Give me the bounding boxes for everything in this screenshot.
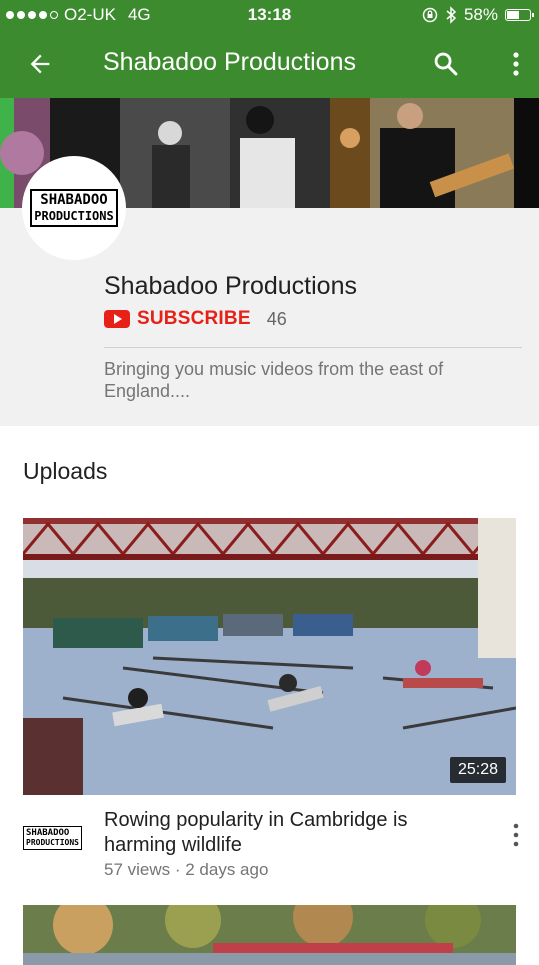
channel-logo: SHABADOO PRODUCTIONS (30, 189, 118, 227)
channel-description[interactable]: Bringing you music videos from the east … (104, 358, 504, 402)
divider (104, 347, 522, 348)
video-title[interactable]: Rowing popularity in Cambridge is harmin… (104, 808, 484, 858)
status-right: 58% (422, 5, 534, 25)
channel-logo-line1: SHABADOO (40, 192, 108, 208)
lock-rotation-icon (422, 7, 438, 23)
channel-avatar[interactable]: SHABADOO PRODUCTIONS (22, 156, 126, 260)
app-bar: Shabadoo Productions (0, 30, 539, 98)
video-logo-line2: PRODUCTIONS (26, 838, 79, 847)
back-arrow-icon[interactable] (26, 50, 54, 78)
bluetooth-icon (446, 6, 457, 24)
more-vertical-icon[interactable] (507, 50, 525, 78)
subscriber-count: 46 (266, 308, 287, 329)
battery-percent: 58% (463, 5, 498, 24)
subscribe-button[interactable]: SUBSCRIBE (137, 308, 251, 330)
uploads-heading: Uploads (23, 458, 108, 484)
subscribe-row: SUBSCRIBE 46 (104, 308, 287, 330)
video-duration: 25:28 (449, 757, 506, 783)
youtube-play-icon[interactable] (104, 310, 130, 328)
battery-icon (505, 9, 534, 21)
channel-name: Shabadoo Productions (104, 272, 357, 300)
video-channel-logo[interactable]: SHABADOO PRODUCTIONS (23, 826, 82, 850)
video-thumbnail[interactable]: 25:28 (23, 518, 516, 795)
app-bar-title: Shabadoo Productions (103, 48, 356, 76)
status-bar: O2-UK 4G 13:18 58% (0, 0, 539, 30)
video-meta: 57 views · 2 days ago (104, 860, 269, 879)
video-more-icon[interactable] (509, 822, 523, 848)
video-thumbnail-2[interactable] (23, 905, 516, 965)
channel-logo-line2: PRODUCTIONS (34, 209, 114, 223)
video-logo-line1: SHABADOO (26, 828, 70, 838)
search-icon[interactable] (432, 50, 460, 78)
